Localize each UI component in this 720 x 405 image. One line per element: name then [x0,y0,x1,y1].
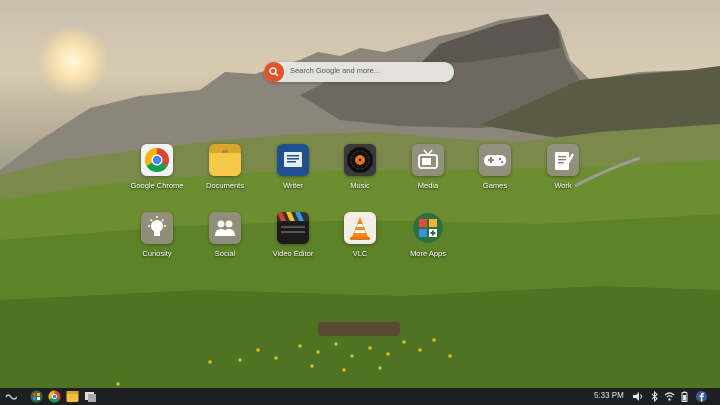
workspace-icon[interactable] [84,390,97,403]
tv-icon [412,144,444,176]
taskbar: 5:33 PM [0,388,720,405]
app-label: Social [214,249,236,258]
lightbulb-icon [141,212,173,244]
app-label: Google Chrome [130,181,184,190]
app-writer[interactable]: Writer [258,144,328,198]
chrome-icon [141,144,173,176]
app-center-icon[interactable] [30,390,43,403]
chrome-icon[interactable] [48,390,61,403]
app-media[interactable]: Media [393,144,463,198]
battery-icon[interactable] [679,391,690,402]
facebook-icon[interactable] [696,391,707,402]
app-store-icon [412,212,444,244]
app-label: Games [482,181,508,190]
clapperboard-icon [277,212,309,244]
writer-icon [277,144,309,176]
gamepad-icon [479,144,511,176]
volume-icon[interactable] [632,391,643,402]
app-label: Music [350,181,370,190]
app-label: Writer [283,181,303,190]
clipboard-pencil-icon [547,144,579,176]
app-music[interactable]: Music [325,144,395,198]
app-label: VLC [352,249,368,258]
folder-icon[interactable] [66,390,79,403]
app-label: Media [417,181,439,190]
folder-icon [209,144,241,176]
vlc-cone-icon [344,212,376,244]
app-label: Video Editor [272,249,314,258]
app-vlc[interactable]: VLC [325,212,395,266]
clock[interactable]: 5:33 PM [594,391,624,400]
app-social[interactable]: Social [190,212,260,266]
people-icon [209,212,241,244]
app-label: Curiosity [142,249,172,258]
app-curiosity[interactable]: Curiosity [122,212,192,266]
app-more-apps[interactable]: More Apps [393,212,463,266]
endless-logo-icon[interactable] [4,390,17,403]
desktop-wallpaper: Search Google and more... Google Chrome … [0,0,720,388]
search-icon [269,67,279,77]
app-documents[interactable]: Documents [190,144,260,198]
app-label: More Apps [410,249,446,258]
app-video-editor[interactable]: Video Editor [258,212,328,266]
app-label: Work [554,181,572,190]
wifi-icon[interactable] [664,391,675,402]
app-google-chrome[interactable]: Google Chrome [122,144,192,198]
search-bar[interactable]: Search Google and more... [264,62,454,82]
app-games[interactable]: Games [460,144,530,198]
bluetooth-icon[interactable] [649,391,660,402]
search-button[interactable] [264,62,284,82]
app-work[interactable]: Work [528,144,598,198]
search-input[interactable]: Search Google and more... [290,66,380,75]
app-label: Documents [206,181,244,190]
vinyl-record-icon [344,144,376,176]
